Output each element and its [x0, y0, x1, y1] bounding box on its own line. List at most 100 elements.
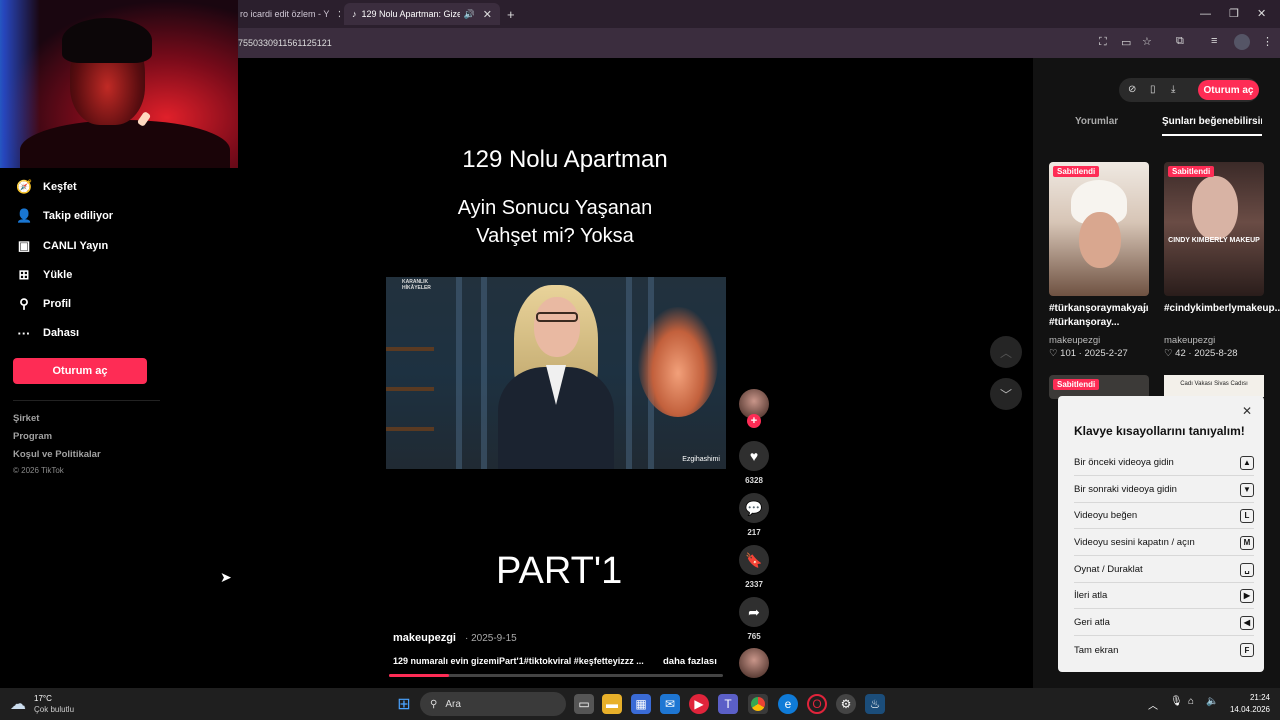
save-button[interactable]: 🔖: [739, 545, 769, 575]
close-icon[interactable]: ✕: [337, 8, 340, 21]
more-link[interactable]: daha fazlası: [663, 656, 717, 667]
webcam-overlay: [0, 0, 238, 168]
compass-icon: 🧭: [16, 179, 33, 194]
video-watermark: Ezgihashimi: [682, 456, 720, 463]
browser-tab-active[interactable]: ♪ 129 Nolu Apartman: Gizem 🔊 ✕: [344, 3, 500, 25]
weather-icon: ☁: [10, 696, 26, 713]
profile-icon: ⚲: [19, 296, 29, 311]
sidebar-item-label: Dahası: [43, 327, 80, 339]
video-card-thumbnail[interactable]: Sabitlendi: [1049, 162, 1149, 296]
menu-icon[interactable]: ⋮: [1262, 35, 1273, 48]
search-icon: ⚲: [430, 698, 438, 710]
subtitle-line: Vahşet mi? Yoksa: [476, 225, 634, 247]
key-f-icon: F: [1240, 643, 1254, 657]
extensions-icon[interactable]: ⧉: [1176, 35, 1184, 48]
profile-avatar[interactable]: [1234, 34, 1250, 50]
weather-desc[interactable]: Çok bulutlu: [34, 705, 74, 714]
mail-icon[interactable]: ✉: [660, 694, 680, 714]
close-icon[interactable]: ✕: [483, 8, 492, 21]
key-left-icon: ◀: [1240, 615, 1254, 630]
browser-tab[interactable]: ro icardi edit özlem - Y ✕: [232, 3, 340, 25]
teams-icon[interactable]: T: [718, 694, 738, 714]
sidebar-item-following[interactable]: 👤 Takip ediliyor: [16, 206, 113, 226]
chevron-up-icon: ︿: [999, 345, 1012, 360]
sidebar-item-more[interactable]: ··· Dahası: [16, 323, 80, 343]
shortcut-label: Geri atla: [1074, 617, 1110, 628]
video-author[interactable]: makeupezgi: [393, 632, 456, 644]
close-icon[interactable]: ✕: [1242, 404, 1252, 418]
steam-icon[interactable]: ♨: [865, 694, 885, 714]
footer-link-terms[interactable]: Koşul ve Politikalar: [13, 449, 101, 460]
video-frame[interactable]: KARANLIK HİKÂYELER Ezgihashimi: [386, 277, 726, 469]
sidebar-item-label: CANLI Yayın: [43, 240, 109, 252]
audio-icon[interactable]: 🔊: [464, 9, 475, 20]
share-button[interactable]: ➦: [739, 597, 769, 627]
sidebar-item-explore[interactable]: 🧭 Keşfet: [16, 177, 77, 197]
footer-link-program[interactable]: Program: [13, 431, 52, 442]
volume-icon[interactable]: 🔈: [1206, 696, 1218, 707]
sidebar-item-label: Profil: [43, 298, 72, 310]
key-space-icon: ␣: [1240, 562, 1254, 577]
taskbar-search[interactable]: ⚲ Ara: [420, 692, 566, 716]
translate-icon[interactable]: ⛶: [1099, 36, 1107, 49]
key-right-icon: ▶: [1240, 588, 1254, 603]
shortcut-label: Videoyu beğen: [1074, 510, 1138, 521]
previous-video-button[interactable]: ︿: [990, 336, 1022, 368]
edge-icon[interactable]: e: [778, 694, 798, 714]
app-icon[interactable]: ⚙: [836, 694, 856, 714]
tab-suggested[interactable]: Şunları beğenebilirsin: [1162, 116, 1262, 127]
new-tab-icon[interactable]: +: [507, 7, 515, 22]
video-card-thumbnail[interactable]: CINDY KIMBERLY MAKEUP Sabitlendi: [1164, 162, 1264, 296]
video-progress-bar[interactable]: [389, 674, 723, 677]
next-video-button[interactable]: ﹀: [990, 378, 1022, 410]
share-icon: ➦: [748, 603, 760, 620]
sidebar-item-live[interactable]: ▣ CANLI Yayın: [16, 236, 108, 256]
card-menu-icon[interactable]: ⋮: [1140, 302, 1150, 313]
file-explorer-icon[interactable]: ▬: [602, 694, 622, 714]
follow-plus-icon[interactable]: +: [747, 414, 761, 428]
music-avatar[interactable]: [739, 648, 769, 678]
network-icon[interactable]: ⌂: [1188, 696, 1194, 707]
download-icon[interactable]: ⤓: [1171, 84, 1175, 95]
close-window-icon[interactable]: ✕: [1257, 7, 1266, 20]
task-view-icon[interactable]: ▭: [574, 694, 594, 714]
mouse-cursor: ➤: [220, 569, 232, 585]
store-icon[interactable]: ▦: [631, 694, 651, 714]
card-title[interactable]: #cindykimberlymakeup...: [1164, 302, 1280, 316]
sidebar-item-profile[interactable]: ⚲ Profil: [16, 294, 71, 314]
like-button[interactable]: ♥: [739, 441, 769, 471]
windows-start-icon[interactable]: ⊞: [394, 694, 414, 714]
weather-temp[interactable]: 17°C: [34, 694, 52, 703]
device-icon[interactable]: ▯: [1150, 84, 1156, 95]
sidebar-item-upload[interactable]: ⊞ Yükle: [16, 265, 73, 285]
clock-date[interactable]: 14.04.2026: [1220, 705, 1270, 714]
star-icon[interactable]: ☆: [1142, 35, 1152, 48]
microphone-icon[interactable]: 🎙: [1170, 696, 1183, 707]
comment-button[interactable]: 💬: [739, 493, 769, 523]
youtube-music-icon[interactable]: ▶: [689, 694, 709, 714]
chrome-icon[interactable]: [748, 694, 768, 714]
clock-time[interactable]: 21:24: [1226, 693, 1270, 702]
footer-link-company[interactable]: Şirket: [13, 413, 39, 424]
card-likes: 42: [1175, 348, 1186, 359]
opera-icon[interactable]: O: [807, 694, 827, 714]
card-user[interactable]: makeupezgi: [1049, 335, 1100, 346]
url-text[interactable]: 7550330911561125121: [238, 38, 332, 48]
card-user[interactable]: makeupezgi: [1164, 335, 1215, 346]
key-l-icon: L: [1240, 508, 1254, 523]
tiktok-icon: ♪: [352, 9, 357, 19]
restore-icon[interactable]: ❐: [1229, 7, 1239, 20]
login-button[interactable]: Oturum aç: [13, 358, 147, 384]
cast-icon[interactable]: ▭: [1121, 36, 1131, 49]
media-icon[interactable]: ≡: [1211, 35, 1217, 47]
tab-comments[interactable]: Yorumlar: [1075, 116, 1118, 127]
video-card-thumbnail[interactable]: Cadı Vakası Sivas Cadısı: [1164, 375, 1264, 397]
compass-icon[interactable]: ⊘: [1128, 84, 1136, 95]
shortcut-label: Tam ekran: [1074, 644, 1119, 656]
pinned-badge: Sabitlendi: [1053, 166, 1100, 177]
card-meta: ♡ 42 · 2025-8-28: [1164, 348, 1238, 359]
chevron-up-icon[interactable]: ︿: [1148, 697, 1158, 712]
card-title[interactable]: #türkanşoraymakyajı #türkanşoray...: [1049, 302, 1149, 330]
minimize-icon[interactable]: —: [1200, 8, 1211, 20]
panel-login-button[interactable]: Oturum aç: [1198, 80, 1259, 100]
